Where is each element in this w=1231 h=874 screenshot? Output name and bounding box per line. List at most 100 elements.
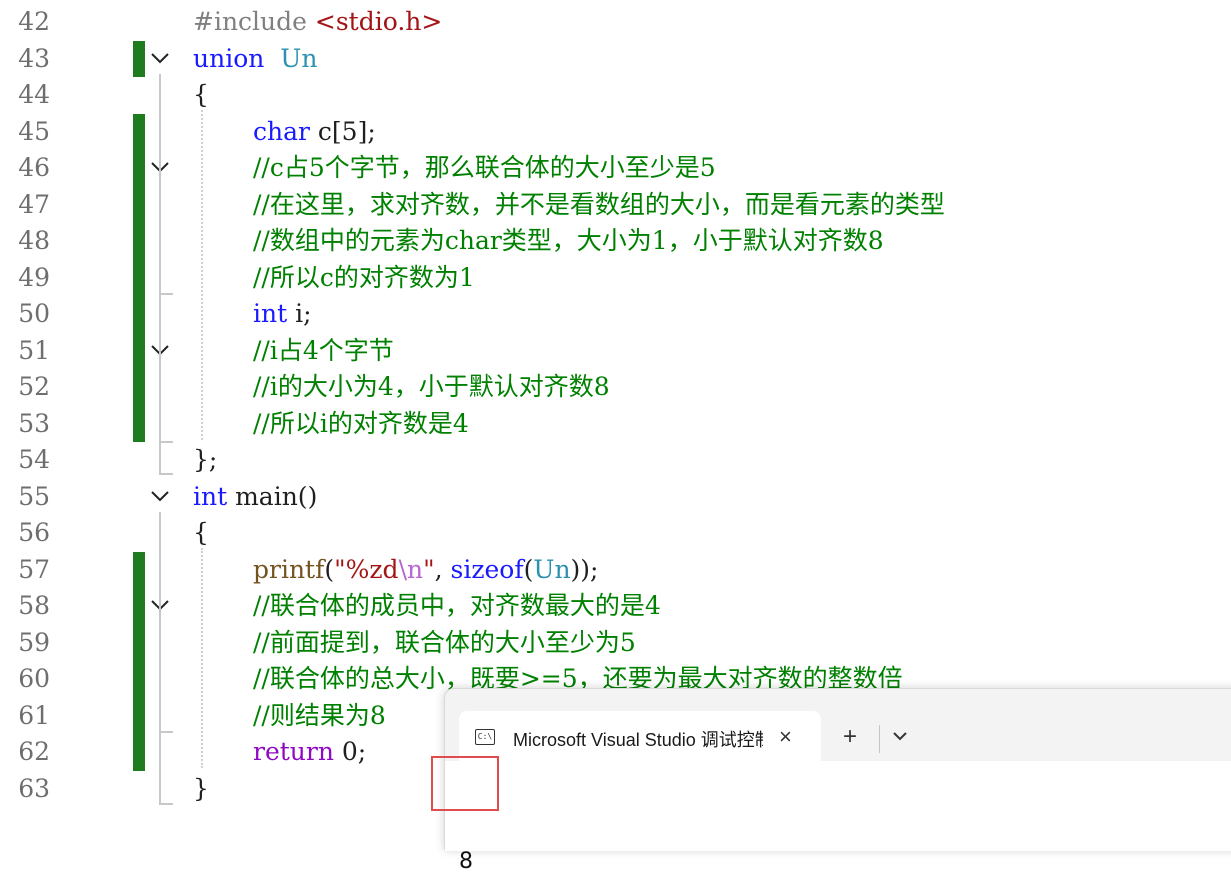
change-marker bbox=[133, 150, 145, 187]
code-text: union Un bbox=[193, 41, 317, 78]
code-token: " bbox=[423, 554, 435, 584]
code-token: )); bbox=[570, 554, 599, 584]
code-text: #include <stdio.h> bbox=[193, 4, 442, 41]
line-number: 57 bbox=[18, 554, 50, 584]
line-number: 43 bbox=[18, 43, 50, 73]
code-line[interactable]: 49 //所以c的对齐数为1 bbox=[0, 259, 1231, 296]
change-marker bbox=[133, 588, 145, 625]
line-number: 42 bbox=[18, 7, 50, 36]
code-token: "%zd bbox=[334, 554, 399, 584]
fold-chevron-icon[interactable] bbox=[149, 47, 171, 69]
code-token: } bbox=[193, 773, 209, 803]
code-text: int main() bbox=[193, 479, 317, 516]
change-marker bbox=[133, 624, 145, 661]
line-number: 51 bbox=[18, 335, 50, 365]
change-marker bbox=[133, 113, 145, 150]
line-number: 47 bbox=[18, 189, 50, 219]
code-line[interactable]: 46 //c占5个字节，那么联合体的大小至少是5 bbox=[0, 150, 1231, 187]
indent-guide bbox=[201, 548, 203, 768]
code-line[interactable]: 43 union Un bbox=[0, 40, 1231, 78]
code-line[interactable]: 55 int main() bbox=[0, 479, 1231, 516]
code-text: //则结果为8 bbox=[253, 698, 386, 735]
code-line[interactable]: 42 #include <stdio.h> bbox=[0, 4, 1231, 41]
code-token: <stdio.h> bbox=[314, 7, 443, 36]
code-token: //所以i的对齐数是4 bbox=[253, 408, 469, 438]
change-marker bbox=[133, 405, 145, 442]
code-token: \n bbox=[398, 554, 424, 584]
code-token: int bbox=[193, 481, 228, 511]
code-text: //i的大小为4，小于默认对齐数8 bbox=[253, 369, 610, 406]
code-line[interactable]: 54}; bbox=[0, 442, 1231, 479]
terminal-icon: C:\ bbox=[475, 729, 495, 745]
code-text: int i; bbox=[253, 296, 312, 333]
code-text: //i占4个字节 bbox=[253, 333, 394, 370]
line-number: 59 bbox=[18, 627, 50, 657]
code-token: i; bbox=[287, 299, 312, 328]
code-line[interactable]: 44 { bbox=[0, 77, 1231, 114]
new-tab-button[interactable]: + bbox=[843, 723, 857, 751]
code-text: //c占5个字节，那么联合体的大小至少是5 bbox=[253, 150, 716, 187]
code-line[interactable]: 45 char c[5]; bbox=[0, 113, 1231, 151]
line-number: 63 bbox=[18, 773, 50, 803]
fold-chevron-icon[interactable] bbox=[149, 485, 171, 507]
change-marker bbox=[133, 40, 145, 77]
console-tab-title: Microsoft Visual Studio 调试控制台 bbox=[513, 730, 763, 750]
change-marker bbox=[133, 332, 145, 369]
code-token: { bbox=[193, 518, 209, 547]
console-output-area[interactable]: 8 bbox=[445, 761, 1231, 874]
console-window[interactable]: C:\ Microsoft Visual Studio 调试控制台 × + 8 bbox=[444, 688, 1231, 874]
line-number: 45 bbox=[18, 116, 50, 146]
tab-divider bbox=[879, 725, 880, 753]
close-tab-button[interactable]: × bbox=[779, 724, 792, 750]
code-text: //数组中的元素为char类型，大小为1，小于默认对齐数8 bbox=[253, 223, 884, 260]
fold-guide-end bbox=[159, 441, 173, 443]
line-number: 56 bbox=[18, 518, 50, 547]
line-number: 54 bbox=[18, 445, 50, 474]
line-number: 58 bbox=[18, 591, 50, 620]
code-token: ( bbox=[523, 554, 534, 584]
code-line[interactable]: 57 printf("%zd\n", sizeof(Un)); bbox=[0, 551, 1231, 588]
change-marker bbox=[133, 259, 145, 296]
code-line[interactable]: 58 //联合体的成员中，对齐数最大的是4 bbox=[0, 588, 1231, 625]
chevron-down-icon[interactable] bbox=[891, 727, 909, 745]
code-text: { bbox=[193, 77, 209, 114]
code-line[interactable]: 53 //所以i的对齐数是4 bbox=[0, 405, 1231, 442]
code-text: } bbox=[193, 771, 209, 808]
line-number: 62 bbox=[18, 737, 50, 766]
code-text: }; bbox=[193, 442, 217, 479]
code-line[interactable]: 59 //前面提到，联合体的大小至少为5 bbox=[0, 624, 1231, 662]
console-tab[interactable]: C:\ Microsoft Visual Studio 调试控制台 × bbox=[459, 711, 821, 761]
line-number: 52 bbox=[18, 372, 50, 401]
code-token: , bbox=[434, 554, 451, 584]
code-line[interactable]: 48 //数组中的元素为char类型，大小为1，小于默认对齐数8 bbox=[0, 223, 1231, 260]
change-marker bbox=[133, 186, 145, 223]
line-number: 55 bbox=[18, 481, 50, 511]
code-text: //联合体的成员中，对齐数最大的是4 bbox=[253, 588, 661, 625]
fold-guide bbox=[159, 624, 161, 732]
line-number: 53 bbox=[18, 408, 50, 438]
code-line[interactable]: 52 //i的大小为4，小于默认对齐数8 bbox=[0, 369, 1231, 406]
code-line[interactable]: 56 { bbox=[0, 515, 1231, 552]
code-token: 0; bbox=[333, 737, 367, 766]
code-token: char bbox=[253, 116, 310, 146]
output-highlight-box bbox=[431, 756, 499, 811]
fold-guide-end bbox=[159, 731, 173, 733]
code-token: c[5]; bbox=[309, 116, 376, 146]
code-token: return bbox=[253, 737, 334, 766]
code-text: char c[5]; bbox=[253, 114, 376, 151]
change-marker bbox=[133, 734, 145, 771]
fold-guide-end bbox=[159, 473, 173, 475]
fold-guide bbox=[159, 370, 161, 442]
code-line[interactable]: 50 int i; bbox=[0, 296, 1231, 333]
code-text: return 0; bbox=[253, 734, 366, 771]
change-marker bbox=[133, 369, 145, 406]
code-text: //前面提到，联合体的大小至少为5 bbox=[253, 625, 636, 662]
code-token: //i的大小为4，小于默认对齐数8 bbox=[253, 372, 610, 401]
code-text: { bbox=[193, 515, 209, 552]
code-line[interactable]: 47 //在这里，求对齐数，并不是看数组的大小，而是看元素的类型 bbox=[0, 186, 1231, 223]
line-number: 48 bbox=[18, 226, 50, 255]
code-line[interactable]: 51 //i占4个字节 bbox=[0, 332, 1231, 370]
code-token: union bbox=[193, 43, 265, 73]
console-output-text: 8 bbox=[459, 849, 473, 874]
